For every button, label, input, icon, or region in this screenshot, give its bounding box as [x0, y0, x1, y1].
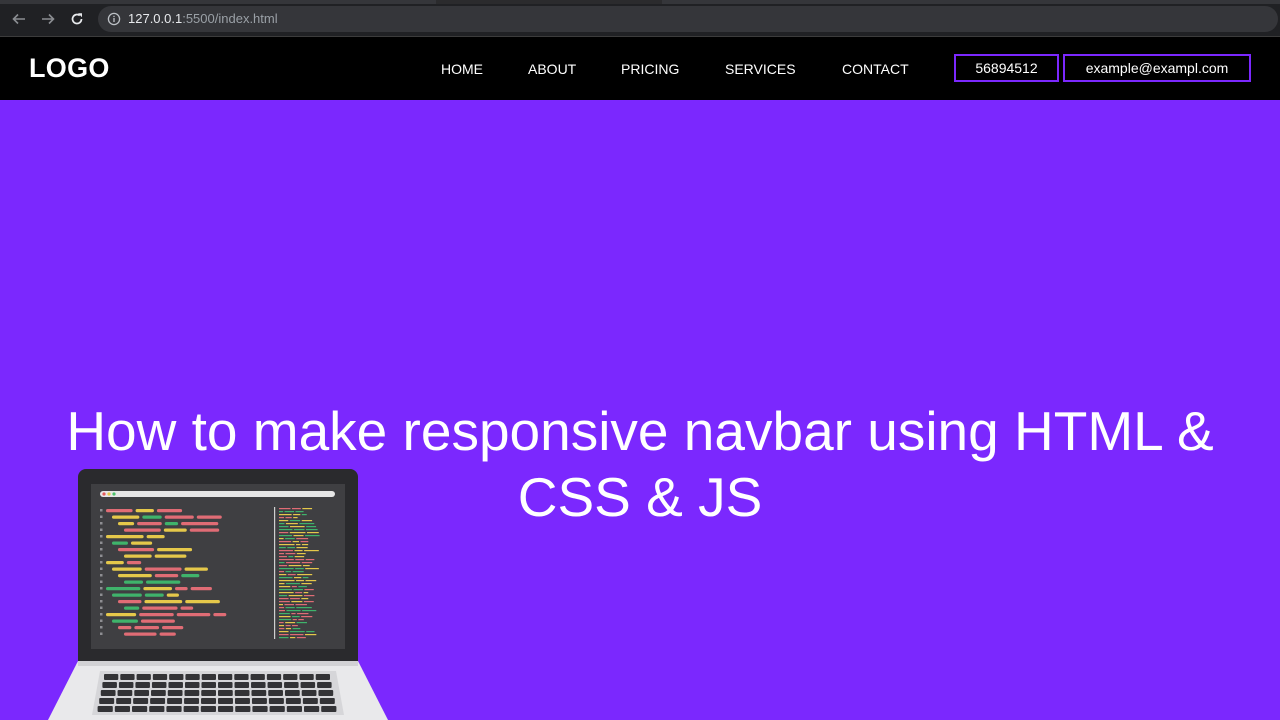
- nav-link-pricing[interactable]: PRICING: [621, 61, 679, 77]
- info-icon[interactable]: [107, 12, 121, 26]
- forward-arrow-icon[interactable]: [38, 9, 58, 29]
- nav-link-contact[interactable]: CONTACT: [842, 61, 909, 77]
- phone-box[interactable]: 56894512: [954, 54, 1059, 82]
- nav-link-services[interactable]: SERVICES: [725, 61, 796, 77]
- email-box[interactable]: example@exampl.com: [1063, 54, 1251, 82]
- url-text[interactable]: 127.0.0.1:5500/index.html: [128, 11, 278, 27]
- laptop-code-illustration: [48, 469, 388, 720]
- reload-icon[interactable]: [67, 9, 87, 29]
- hero-title-line-1: How to make responsive navbar using HTML…: [66, 400, 1214, 462]
- url-host: 127.0.0.1: [128, 11, 183, 26]
- back-arrow-icon[interactable]: [9, 9, 29, 29]
- url-path: :5500/index.html: [182, 11, 278, 26]
- address-bar[interactable]: 127.0.0.1:5500/index.html: [98, 6, 1278, 32]
- site-navbar: LOGO HOME ABOUT PRICING SERVICES CONTACT…: [0, 37, 1280, 100]
- site-logo[interactable]: LOGO: [29, 53, 110, 84]
- browser-toolbar: 127.0.0.1:5500/index.html: [0, 0, 1280, 37]
- nav-link-home[interactable]: HOME: [441, 61, 483, 77]
- hero-title-line-2: CSS & JS: [517, 466, 763, 528]
- nav-link-about[interactable]: ABOUT: [528, 61, 576, 77]
